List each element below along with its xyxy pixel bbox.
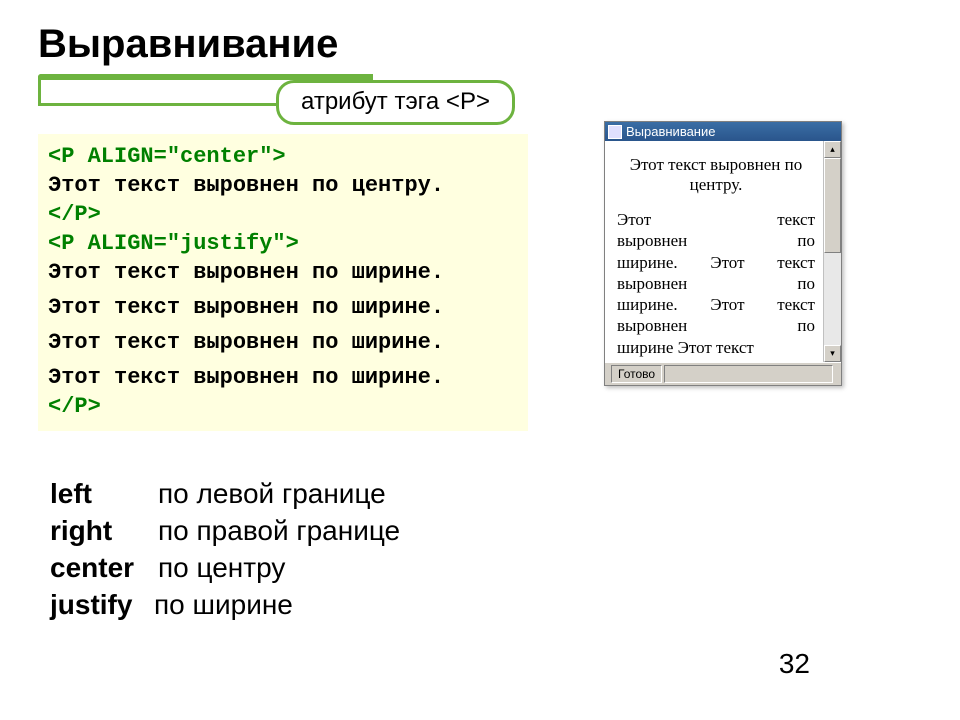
centered-paragraph: Этот текст выровнен по центру. <box>617 155 815 195</box>
code-line: </P> <box>48 200 518 229</box>
definition-desc: по ширине <box>154 587 293 624</box>
code-line: Этот текст выровнен по ширине. <box>48 363 518 392</box>
code-line: Этот текст выровнен по ширине. <box>48 258 518 287</box>
justify-line: ширине. Этот текст <box>617 294 815 315</box>
definition-key: right <box>50 513 158 550</box>
browser-title: Выравнивание <box>626 124 715 139</box>
justify-line: выровнен по <box>617 315 815 336</box>
definition-row: right по правой границе <box>50 513 400 550</box>
browser-titlebar: Выравнивание <box>605 122 841 141</box>
scrollbar[interactable]: ▴ ▾ <box>823 141 841 362</box>
scroll-up-button[interactable]: ▴ <box>824 141 841 158</box>
justify-line: ширине Этот текст <box>617 337 815 358</box>
code-line: Этот текст выровнен по центру. <box>48 171 518 200</box>
scroll-track[interactable] <box>824 158 841 345</box>
definition-row: justify по ширине <box>50 587 400 624</box>
definition-row: center по центру <box>50 550 400 587</box>
callout-label: атрибут тэга <P> <box>276 80 515 125</box>
code-line: </P> <box>48 392 518 421</box>
justify-line: ширине. Этот текст <box>617 252 815 273</box>
definition-desc: по правой границе <box>158 513 400 550</box>
page-title: Выравнивание <box>38 22 338 67</box>
justified-paragraph: Этот текст выровнен по ширине. Этот текс… <box>617 209 815 358</box>
justify-line: выровнен по <box>617 273 815 294</box>
browser-preview: Выравнивание Этот текст выровнен по цент… <box>604 121 842 386</box>
definition-key: center <box>50 550 158 587</box>
browser-content: Этот текст выровнен по центру. Этот текс… <box>605 141 823 362</box>
code-line: Этот текст выровнен по ширине. <box>48 328 518 357</box>
status-spacer <box>664 365 833 383</box>
connector-line-ext <box>38 103 308 106</box>
justify-line: выровнен по <box>617 230 815 251</box>
definitions-list: left по левой границе right по правой гр… <box>50 476 400 624</box>
connector-line <box>38 77 41 106</box>
justify-line: Этот текст <box>617 209 815 230</box>
page-number: 32 <box>779 648 810 680</box>
definition-key: justify <box>50 587 154 624</box>
definition-row: left по левой границе <box>50 476 400 513</box>
code-line: <P ALIGN="center"> <box>48 142 518 171</box>
browser-statusbar: Готово <box>605 362 841 385</box>
code-block: <P ALIGN="center"> Этот текст выровнен п… <box>38 134 528 431</box>
code-line: <P ALIGN="justify"> <box>48 229 518 258</box>
scroll-thumb[interactable] <box>824 158 841 253</box>
definition-desc: по левой границе <box>158 476 386 513</box>
status-text: Готово <box>611 365 662 383</box>
definition-desc: по центру <box>158 550 285 587</box>
code-line: Этот текст выровнен по ширине. <box>48 293 518 322</box>
scroll-down-button[interactable]: ▾ <box>824 345 841 362</box>
window-icon <box>608 125 622 139</box>
definition-key: left <box>50 476 158 513</box>
